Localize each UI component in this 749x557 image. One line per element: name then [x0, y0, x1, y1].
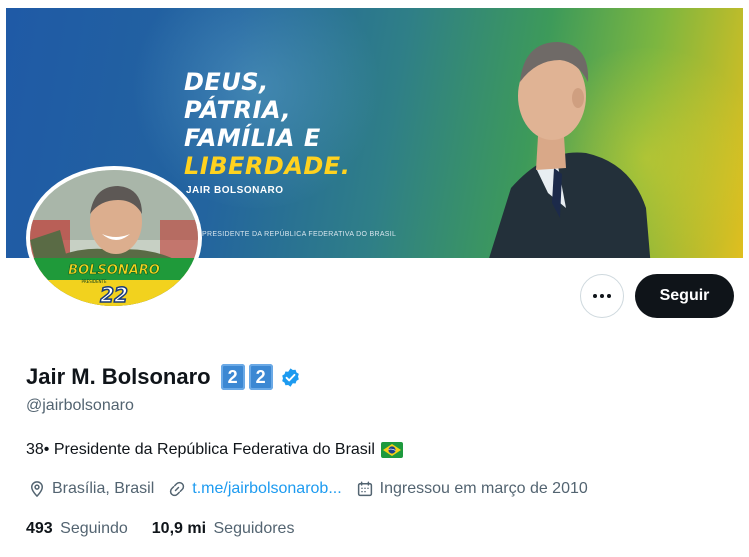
display-name: Jair M. Bolsonaro — [26, 364, 211, 389]
followers-link[interactable]: 10,9 mi Seguidores — [152, 520, 295, 538]
location-pin-icon — [30, 481, 44, 498]
following-link[interactable]: 493 Seguindo — [26, 520, 128, 538]
banner-slogan: DEUS, PÁTRIA, FAMÍLIA E LIBERDADE. — [184, 68, 350, 180]
banner-slogan-line: FAMÍLIA E — [184, 124, 321, 152]
profile-link[interactable]: t.me/jairbolsonarob... — [192, 480, 341, 498]
location-text: Brasília, Brasil — [52, 480, 155, 497]
joined-text: Ingressou em março de 2010 — [379, 480, 588, 497]
bio-text: 38• Presidente da República Federativa d… — [26, 441, 375, 458]
banner-portrait-illustration — [489, 42, 651, 258]
profile-handle: @jairbolsonaro — [26, 397, 134, 414]
brazil-flag-icon — [380, 442, 403, 458]
avatar-image: BOLSONARO PRESIDENTE 22 — [30, 170, 198, 306]
avatar-campaign-number: 22 — [100, 283, 128, 306]
keycap-digit-icon: 2 — [248, 364, 273, 390]
link-item[interactable]: t.me/jairbolsonarob... — [168, 480, 342, 498]
calendar-icon — [357, 481, 372, 497]
profile-avatar[interactable]: BOLSONARO PRESIDENTE 22 — [26, 166, 202, 310]
follow-button[interactable]: Seguir — [635, 274, 734, 318]
following-count: 493 — [26, 520, 53, 537]
more-horizontal-icon — [593, 294, 597, 298]
joined-item: Ingressou em março de 2010 — [356, 480, 588, 498]
banner-slogan-line: LIBERDADE. — [184, 152, 351, 180]
verified-badge-icon[interactable] — [280, 367, 301, 388]
location-item: Brasília, Brasil — [28, 480, 154, 498]
followers-label: Seguidores — [213, 520, 295, 537]
keycap-digit-icon: 2 — [220, 364, 245, 390]
more-horizontal-icon — [607, 294, 611, 298]
banner-subtitle: PRESIDENTE DA REPÚBLICA FEDERATIVA DO BR… — [202, 231, 397, 238]
profile-stats: 493 Seguindo 10,9 mi Seguidores — [26, 520, 318, 538]
profile-name-row: Jair M. Bolsonaro 2 2 — [26, 364, 301, 390]
banner-slogan-line: DEUS, — [184, 68, 269, 96]
followers-count: 10,9 mi — [151, 520, 207, 537]
banner-name: JAIR BOLSONARO — [186, 185, 284, 196]
profile-meta: Brasília, Brasil t.me/jairbolsonarob... … — [28, 480, 602, 498]
following-label: Seguindo — [60, 520, 128, 537]
link-icon — [170, 481, 185, 497]
profile-bio: 38• Presidente da República Federativa d… — [26, 441, 403, 459]
more-horizontal-icon — [600, 294, 604, 298]
more-options-button[interactable] — [580, 274, 624, 318]
banner-slogan-line: PÁTRIA, — [184, 96, 292, 124]
avatar-campaign-name: BOLSONARO — [68, 263, 160, 278]
